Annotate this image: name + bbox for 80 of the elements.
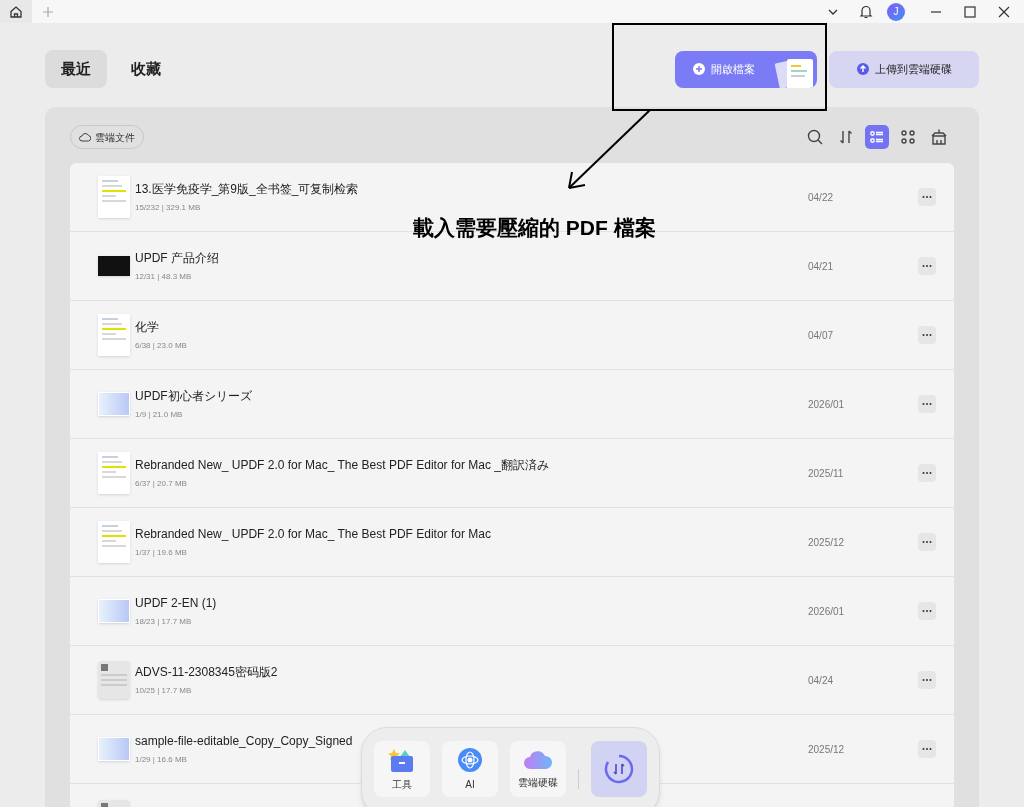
ellipsis-icon [922, 540, 932, 544]
ai-orb-icon [457, 746, 483, 773]
file-meta: 6/38 | 23.0 MB [135, 339, 187, 352]
file-date: 04/21 [808, 259, 835, 274]
file-thumbnail [98, 737, 130, 761]
dock-button[interactable]: AI [442, 741, 498, 797]
ellipsis-icon [922, 402, 932, 406]
file-name: UPDF初心者シリーズ [135, 387, 252, 404]
file-thumbnail [98, 521, 130, 563]
close-icon[interactable] [998, 5, 1010, 18]
nav-tab[interactable]: 收藏 [115, 50, 177, 88]
dock-button[interactable]: 雲端硬碟 [510, 741, 566, 797]
ellipsis-icon [922, 264, 932, 268]
file-name: ADVS-11-2308345密码版2 [135, 663, 278, 680]
more-button[interactable] [918, 395, 936, 413]
more-button[interactable] [918, 464, 936, 482]
file-meta: 6/37 | 20.7 MB [135, 477, 188, 490]
ellipsis-icon [922, 747, 932, 751]
file-name: Rebranded New_ UPDF 2.0 for Mac_ The Best PDF Editor for Mac _翻訳済み [135, 456, 549, 473]
maximize-icon[interactable] [964, 5, 976, 18]
search-icon [806, 128, 824, 146]
file-meta: 15/232 | 329.1 MB [135, 201, 202, 214]
file-name: sample-file-editable_Copy_Copy_Signed [135, 732, 353, 749]
file-date: 2025/11 [808, 466, 845, 481]
dock-button[interactable]: 工具 [374, 741, 430, 797]
more-button[interactable] [918, 602, 936, 620]
file-name: 化学 [135, 318, 160, 335]
ellipsis-icon [922, 333, 932, 337]
grid-view-icon [899, 128, 917, 146]
file-name: Rebranded New_ UPDF 2.0 for Mac_ The Best PDF Editor for Mac [135, 525, 491, 542]
file-thumbnail [98, 452, 130, 494]
home-icon [9, 4, 23, 19]
open-file-button[interactable]: 開啟檔案 [675, 50, 817, 88]
more-button[interactable] [918, 326, 936, 344]
file-date: 04/24 [808, 673, 835, 688]
list-view-icon [868, 128, 886, 146]
file-thumbnail [98, 392, 130, 416]
file-name: 13.医学免疫学_第9版_全书签_可复制检索 [135, 180, 359, 197]
ellipsis-icon [922, 195, 932, 199]
cloud-icon [523, 748, 553, 771]
file-date: 2025/12 [808, 535, 846, 550]
toolbar-button[interactable] [865, 125, 889, 149]
convert-button[interactable] [591, 741, 647, 797]
file-date: 2025/12 [808, 742, 846, 757]
more-button[interactable] [918, 740, 936, 758]
file-name: UPDF 2-EN (1) [135, 594, 217, 611]
file-date: 04/22 [808, 190, 835, 205]
file-thumbnail [98, 599, 130, 623]
file-thumbnail [98, 256, 130, 276]
user-avatar[interactable]: J [887, 2, 905, 21]
file-thumbnail [98, 176, 130, 218]
more-button[interactable] [918, 257, 936, 275]
ellipsis-icon [922, 471, 932, 475]
file-meta: 1/9 | 21.0 MB [135, 408, 184, 421]
cloud-icon [79, 132, 91, 142]
broom-icon [930, 128, 948, 146]
file-name: UPDF 产品介绍 [135, 249, 219, 266]
bell-icon[interactable] [859, 4, 873, 19]
home-tab[interactable] [0, 0, 32, 23]
ellipsis-icon [922, 678, 932, 682]
file-date: 2026/01 [808, 604, 846, 619]
more-button[interactable] [918, 671, 936, 689]
file-meta: 18/23 | 17.7 MB [135, 615, 193, 628]
ellipsis-icon [922, 609, 932, 613]
file-meta: 12/31 | 48.3 MB [135, 270, 193, 283]
file-thumbnail [98, 314, 130, 356]
upload-icon [856, 63, 869, 75]
refresh-arrows-icon [603, 753, 635, 785]
file-meta: 1/37 | 19.6 MB [135, 546, 188, 559]
file-date: 04/07 [808, 328, 835, 343]
more-button[interactable] [918, 188, 936, 206]
file-date: 2026/01 [808, 397, 846, 412]
upload-cloud-button[interactable]: 上傳到雲端硬碟 [829, 50, 979, 88]
plus-circle-icon [693, 63, 705, 75]
file-thumbnail [98, 661, 130, 699]
annotation-text: 載入需要壓縮的 PDF 檔案 [413, 215, 656, 241]
more-button[interactable] [918, 533, 936, 551]
nav-tab[interactable]: 最近 [45, 50, 107, 88]
file-meta: 10/25 | 17.7 MB [135, 684, 193, 697]
file-meta: 1/29 | 16.6 MB [135, 753, 188, 766]
